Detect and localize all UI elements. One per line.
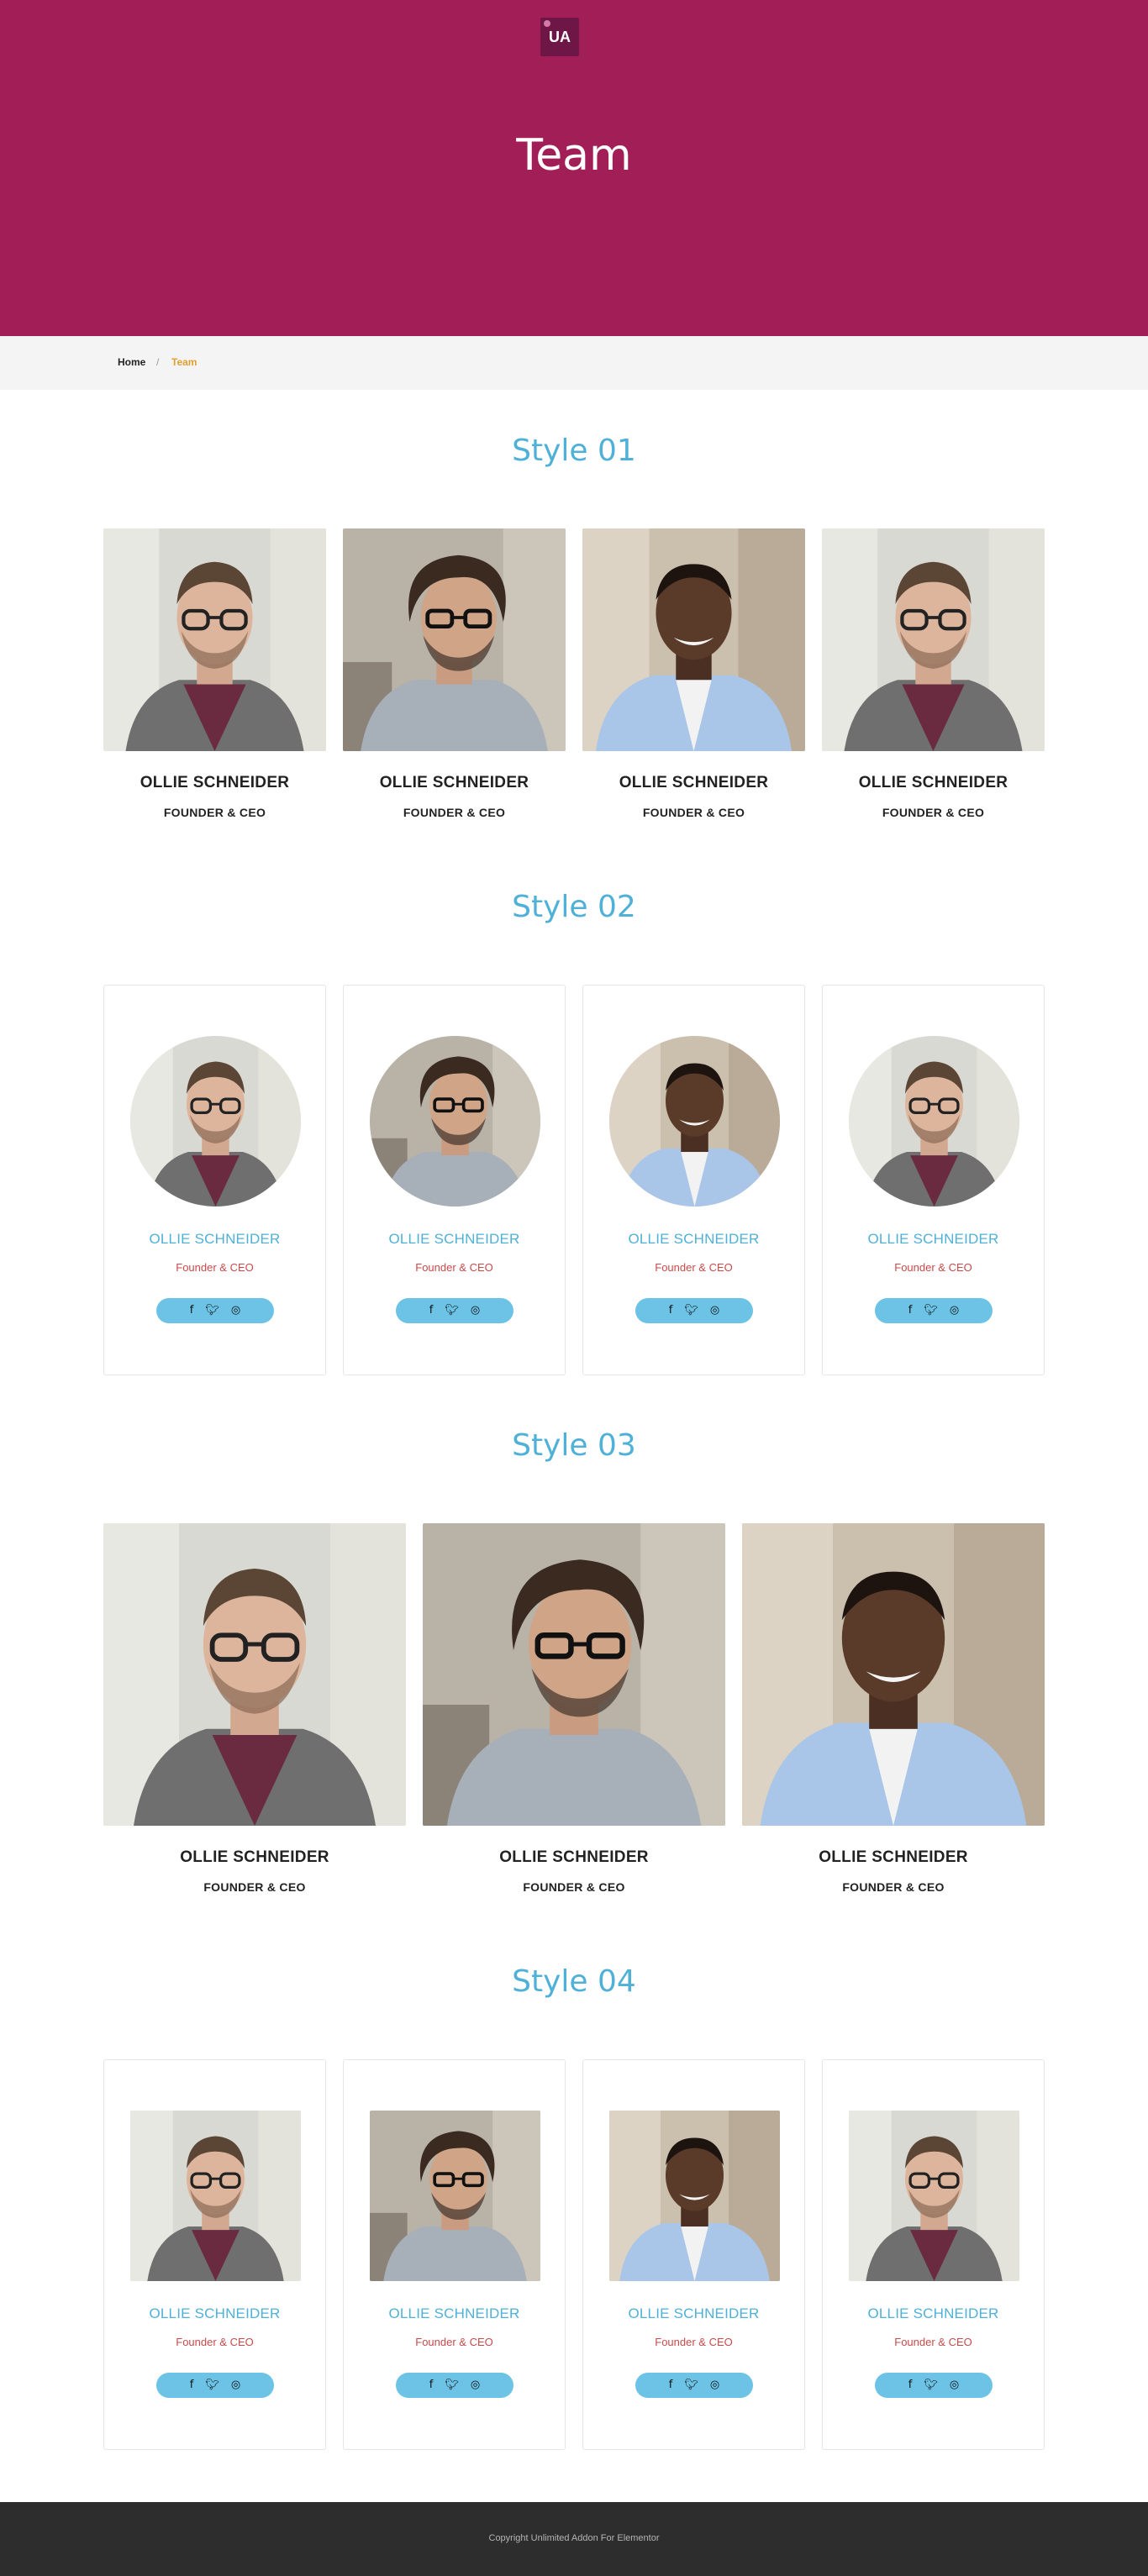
member-name: OLLIE SCHNEIDER (499, 1848, 649, 1866)
section-title-style-04: Style 04 (512, 1964, 636, 1999)
hero-header: UA Team (0, 0, 1148, 336)
member-role: Founder & CEO (176, 2336, 254, 2348)
instagram-icon[interactable]: ◎ (231, 1298, 240, 1323)
team-avatar (849, 1036, 1019, 1207)
team-photo-4 (822, 528, 1045, 751)
instagram-icon[interactable]: ◎ (950, 2373, 959, 2398)
member-role: Founder & CEO (894, 1261, 972, 1274)
team-photo-1 (103, 528, 326, 751)
instagram-icon[interactable]: ◎ (710, 2373, 719, 2398)
member-role: Founder & CEO (894, 2336, 972, 2348)
instagram-icon[interactable]: ◎ (710, 1298, 719, 1323)
team-square-photo (609, 2111, 780, 2281)
facebook-icon[interactable]: f (669, 2373, 673, 2398)
footer-copyright: Copyright Unlimited Addon For Elementor (488, 2533, 660, 2543)
member-role: Founder & CEO (176, 1261, 254, 1274)
member-role: FOUNDER & CEO (163, 806, 266, 819)
instagram-icon[interactable]: ◎ (471, 2373, 480, 2398)
team-card: OLLIE SCHNEIDER Founder & CEO f 🐦︎ ◎ (103, 985, 326, 1375)
social-links: f 🐦︎ ◎ (156, 2373, 274, 2398)
social-links: f 🐦︎ ◎ (875, 1298, 993, 1323)
member-role: FOUNDER & CEO (523, 1880, 625, 1894)
facebook-icon[interactable]: f (669, 1298, 673, 1323)
member-role: FOUNDER & CEO (842, 1880, 945, 1894)
team-avatar (370, 1036, 540, 1207)
section-title-style-02: Style 02 (512, 890, 636, 924)
member-name: OLLIE SCHNEIDER (619, 774, 769, 791)
member-name: OLLIE SCHNEIDER (867, 1231, 999, 1247)
member-name: OLLIE SCHNEIDER (140, 774, 290, 791)
member-role: Founder & CEO (415, 1261, 493, 1274)
member-name: OLLIE SCHNEIDER (819, 1848, 968, 1866)
team-avatar (609, 1036, 780, 1207)
facebook-icon[interactable]: f (190, 1298, 194, 1323)
twitter-icon[interactable]: 🐦︎ (205, 1298, 219, 1323)
breadcrumb-home-link[interactable]: Home (118, 356, 145, 368)
team-photo-large-2 (423, 1523, 725, 1826)
member-role: FOUNDER & CEO (882, 806, 985, 819)
team-photo-3 (582, 528, 805, 751)
member-name: OLLIE SCHNEIDER (628, 2305, 760, 2321)
site-logo[interactable]: UA (540, 18, 579, 56)
facebook-icon[interactable]: f (429, 2373, 434, 2398)
facebook-icon[interactable]: f (908, 1298, 913, 1323)
facebook-icon[interactable]: f (429, 1298, 434, 1323)
member-role: Founder & CEO (655, 2336, 733, 2348)
section-title-style-01: Style 01 (512, 434, 636, 468)
social-links: f 🐦︎ ◎ (156, 1298, 274, 1323)
team-photo-large-3 (742, 1523, 1045, 1826)
member-role: Founder & CEO (655, 1261, 733, 1274)
team-card: OLLIE SCHNEIDER Founder & CEO f 🐦︎ ◎ (103, 2059, 326, 2450)
facebook-icon[interactable]: f (908, 2373, 913, 2398)
twitter-icon[interactable]: 🐦︎ (684, 2373, 698, 2398)
instagram-icon[interactable]: ◎ (471, 1298, 480, 1323)
twitter-icon[interactable]: 🐦︎ (445, 1298, 459, 1323)
member-role: FOUNDER & CEO (403, 806, 506, 819)
member-name: OLLIE SCHNEIDER (379, 774, 529, 791)
team-card: OLLIE SCHNEIDER Founder & CEO f 🐦︎ ◎ (582, 985, 805, 1375)
social-links: f 🐦︎ ◎ (635, 2373, 753, 2398)
team-square-photo (849, 2111, 1019, 2281)
team-square-photo (130, 2111, 301, 2281)
social-links: f 🐦︎ ◎ (635, 1298, 753, 1323)
logo-text: UA (549, 29, 571, 45)
instagram-icon[interactable]: ◎ (231, 2373, 240, 2398)
team-card: OLLIE SCHNEIDER Founder & CEO f 🐦︎ ◎ (343, 2059, 566, 2450)
facebook-icon[interactable]: f (190, 2373, 194, 2398)
member-name: OLLIE SCHNEIDER (180, 1848, 329, 1866)
team-square-photo (370, 2111, 540, 2281)
member-name: OLLIE SCHNEIDER (149, 1231, 281, 1247)
member-name: OLLIE SCHNEIDER (149, 2305, 281, 2321)
twitter-icon[interactable]: 🐦︎ (924, 2373, 938, 2398)
twitter-icon[interactable]: 🐦︎ (445, 2373, 459, 2398)
member-name: OLLIE SCHNEIDER (628, 1231, 760, 1247)
team-avatar (130, 1036, 301, 1207)
social-links: f 🐦︎ ◎ (875, 2373, 993, 2398)
site-footer: Copyright Unlimited Addon For Elementor (0, 2502, 1148, 2576)
instagram-icon[interactable]: ◎ (950, 1298, 959, 1323)
twitter-icon[interactable]: 🐦︎ (924, 1298, 938, 1323)
breadcrumb-separator: / (156, 356, 160, 368)
team-photo-large-1 (103, 1523, 406, 1826)
member-role: FOUNDER & CEO (642, 806, 745, 819)
team-photo-2 (343, 528, 566, 751)
breadcrumb: Home / Team (0, 336, 1148, 390)
social-links: f 🐦︎ ◎ (396, 1298, 513, 1323)
member-role: FOUNDER & CEO (203, 1880, 306, 1894)
member-name: OLLIE SCHNEIDER (858, 774, 1008, 791)
member-name: OLLIE SCHNEIDER (867, 2305, 999, 2321)
twitter-icon[interactable]: 🐦︎ (684, 1298, 698, 1323)
team-card: OLLIE SCHNEIDER Founder & CEO f 🐦︎ ◎ (822, 2059, 1045, 2450)
team-card: OLLIE SCHNEIDER Founder & CEO f 🐦︎ ◎ (582, 2059, 805, 2450)
team-card: OLLIE SCHNEIDER Founder & CEO f 🐦︎ ◎ (343, 985, 566, 1375)
page-title: Team (516, 130, 632, 181)
member-name: OLLIE SCHNEIDER (388, 1231, 520, 1247)
social-links: f 🐦︎ ◎ (396, 2373, 513, 2398)
breadcrumb-current: Team (171, 356, 197, 368)
section-title-style-03: Style 03 (512, 1428, 636, 1463)
member-name: OLLIE SCHNEIDER (388, 2305, 520, 2321)
member-role: Founder & CEO (415, 2336, 493, 2348)
team-card: OLLIE SCHNEIDER Founder & CEO f 🐦︎ ◎ (822, 985, 1045, 1375)
twitter-icon[interactable]: 🐦︎ (205, 2373, 219, 2398)
